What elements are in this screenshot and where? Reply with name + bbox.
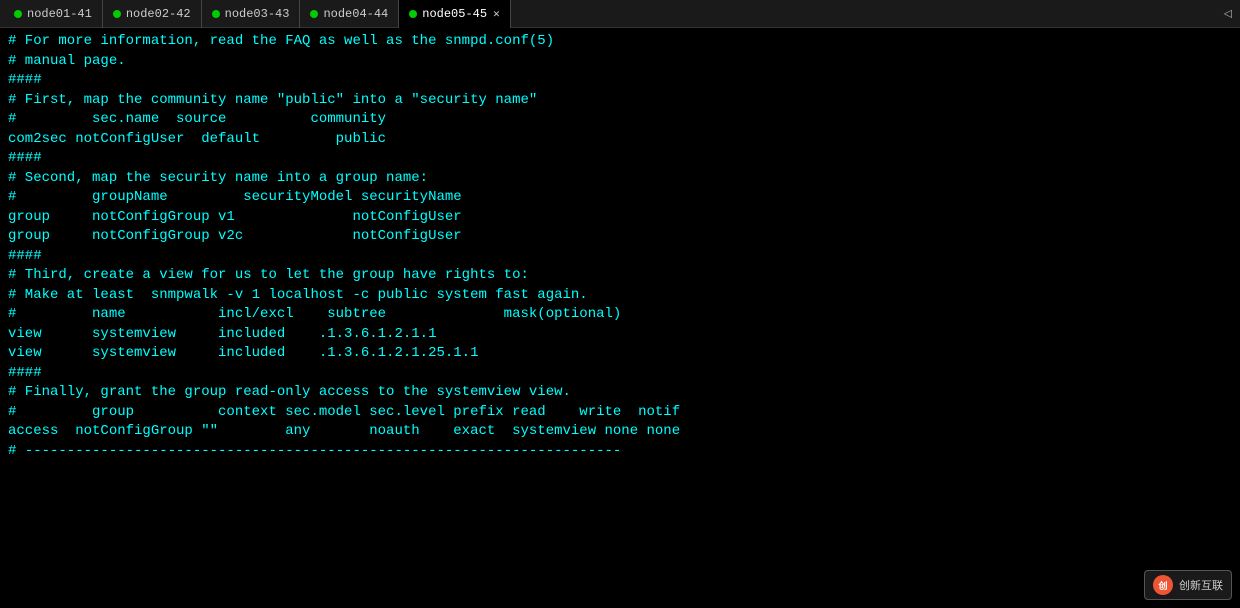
tab-status-dot	[409, 10, 417, 18]
tab-label: node02-42	[126, 7, 191, 21]
tab-close-button[interactable]: ✕	[493, 7, 500, 21]
content-area: # For more information, read the FAQ as …	[0, 28, 1240, 608]
tab-status-dot	[310, 10, 318, 18]
tab-status-dot	[113, 10, 121, 18]
tab-node03-43[interactable]: node03-43	[202, 0, 301, 28]
code-line: ####	[8, 364, 1232, 384]
code-line: group notConfigGroup v2c notConfigUser	[8, 227, 1232, 247]
tab-label: node03-43	[225, 7, 290, 21]
code-line: ####	[8, 149, 1232, 169]
code-line: # Make at least snmpwalk -v 1 localhost …	[8, 286, 1232, 306]
code-line: # For more information, read the FAQ as …	[8, 32, 1232, 52]
code-line: # name incl/excl subtree mask(optional)	[8, 305, 1232, 325]
code-line: # --------------------------------------…	[8, 442, 1232, 462]
scroll-indicator: ◁	[1224, 5, 1232, 22]
code-line: view systemview included .1.3.6.1.2.1.1	[8, 325, 1232, 345]
tab-status-dot	[14, 10, 22, 18]
tab-node05-45[interactable]: node05-45 ✕	[399, 0, 510, 28]
code-line: view systemview included .1.3.6.1.2.1.25…	[8, 344, 1232, 364]
tab-node01-41[interactable]: node01-41	[4, 0, 103, 28]
tab-label: node05-45	[422, 7, 487, 21]
watermark-icon: 创	[1153, 575, 1173, 595]
code-line: ####	[8, 71, 1232, 91]
code-line: # manual page.	[8, 52, 1232, 72]
code-line: group notConfigGroup v1 notConfigUser	[8, 208, 1232, 228]
watermark: 创 创新互联	[1144, 570, 1232, 600]
code-line: # Second, map the security name into a g…	[8, 169, 1232, 189]
tab-label: node01-41	[27, 7, 92, 21]
tab-label: node04-44	[323, 7, 388, 21]
code-line: # groupName securityModel securityName	[8, 188, 1232, 208]
tab-status-dot	[212, 10, 220, 18]
tab-node02-42[interactable]: node02-42	[103, 0, 202, 28]
code-line: access notConfigGroup "" any noauth exac…	[8, 422, 1232, 442]
code-line: com2sec notConfigUser default public	[8, 130, 1232, 150]
code-line: # First, map the community name "public"…	[8, 91, 1232, 111]
code-line: # Third, create a view for us to let the…	[8, 266, 1232, 286]
code-line: # group context sec.model sec.level pref…	[8, 403, 1232, 423]
watermark-text: 创新互联	[1179, 577, 1223, 593]
code-line: ####	[8, 247, 1232, 267]
tab-node04-44[interactable]: node04-44	[300, 0, 399, 28]
tab-bar: node01-41 node02-42 node03-43 node04-44 node…	[0, 0, 1240, 28]
code-line: # sec.name source community	[8, 110, 1232, 130]
code-line: # Finally, grant the group read-only acc…	[8, 383, 1232, 403]
